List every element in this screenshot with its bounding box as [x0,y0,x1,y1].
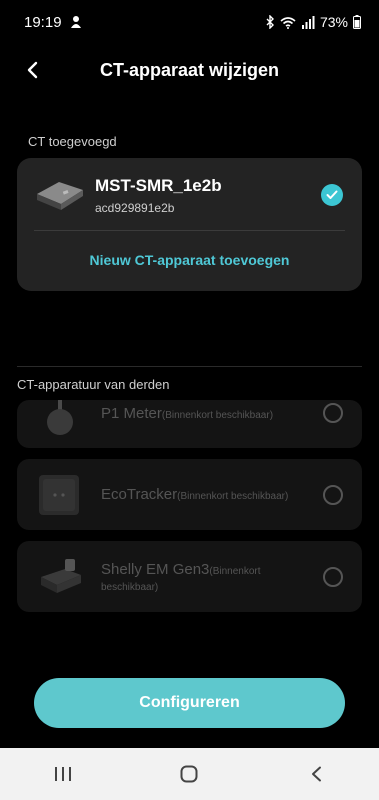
signal-icon [301,15,315,29]
third-party-name: EcoTracker(Binnenkort beschikbaar) [101,486,289,503]
recent-apps-icon [55,767,72,781]
section-divider [17,366,362,367]
battery-icon [353,15,361,29]
third-party-item-shelly-em[interactable]: Shelly EM Gen3(Binnenkort beschikbaar) [17,541,362,612]
third-party-item-ecotracker[interactable]: EcoTracker(Binnenkort beschikbaar) [17,459,362,530]
chevron-left-icon [27,61,38,79]
ct-device-name: MST-SMR_1e2b [95,176,222,195]
status-time: 19:19 [24,13,62,31]
notification-icon [70,15,82,29]
ct-device-image [37,182,83,210]
ct-added-label: CT toegevoegd [28,134,117,149]
selected-check-icon[interactable] [321,184,343,206]
add-ct-device-link[interactable]: Nieuw CT-apparaat toevoegen [17,252,362,268]
third-party-item-p1-meter[interactable]: P1 Meter(Binnenkort beschikbaar) [17,400,362,448]
home-icon [180,765,198,783]
ct-device-card: MST-SMR_1e2b acd929891e2b Nieuw CT-appar… [17,158,362,291]
radio-button[interactable] [323,403,343,423]
recent-apps-button[interactable] [33,754,93,794]
third-party-name: Shelly EM Gen3(Binnenkort beschikbaar) [101,561,261,593]
third-party-label: CT-apparatuur van derden [17,377,170,392]
p1-meter-image [47,400,73,435]
shelly-em-image [41,559,81,593]
third-party-name: P1 Meter(Binnenkort beschikbaar) [101,405,274,422]
wifi-icon [280,16,296,29]
system-back-button[interactable] [286,754,346,794]
ecotracker-image [39,475,79,515]
header: CT-apparaat wijzigen [0,50,379,90]
home-button[interactable] [159,754,219,794]
ct-device-id: acd929891e2b [95,201,175,215]
radio-button[interactable] [323,485,343,505]
status-bar: 19:19 73% [0,0,379,44]
back-icon [311,766,321,782]
ct-device-row[interactable]: MST-SMR_1e2b acd929891e2b [17,158,362,230]
card-divider [34,230,345,231]
radio-button[interactable] [323,567,343,587]
back-button[interactable] [18,56,46,84]
configure-button[interactable]: Configureren [34,678,345,728]
system-nav-bar [0,748,379,800]
battery-percent: 73% [319,14,348,30]
page-title: CT-apparaat wijzigen [99,59,280,80]
bluetooth-icon [265,15,275,29]
